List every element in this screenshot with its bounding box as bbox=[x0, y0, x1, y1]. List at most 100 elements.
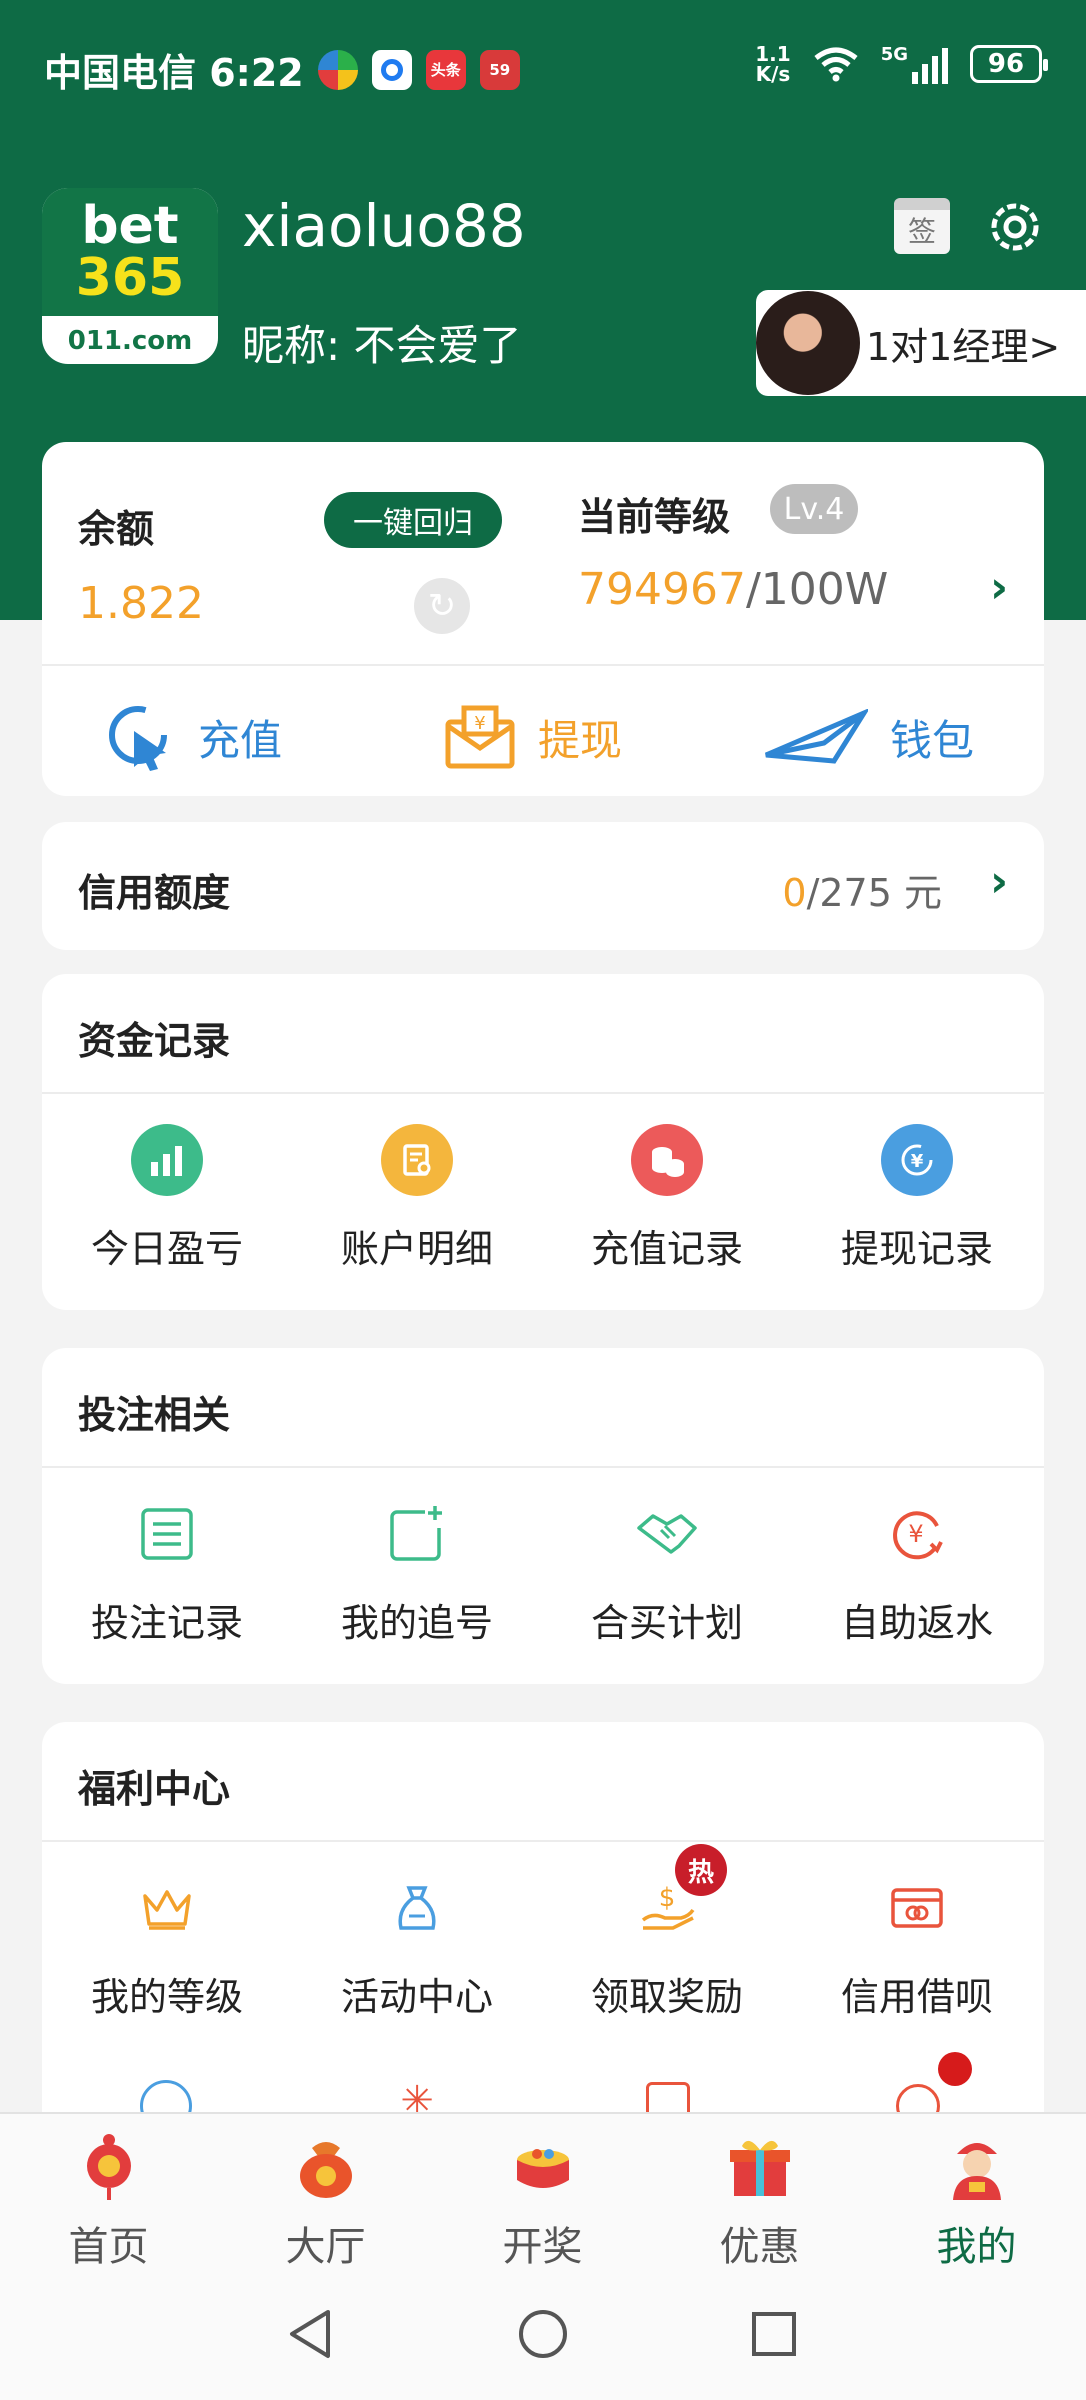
battery-level: 96 bbox=[987, 49, 1025, 79]
divider bbox=[42, 1466, 1044, 1468]
lottery-drum-icon bbox=[507, 2130, 579, 2202]
wallet-label: 钱包 bbox=[890, 715, 975, 765]
grid-label: 投注记录 bbox=[90, 1601, 243, 1645]
gift-box-icon bbox=[724, 2130, 796, 2202]
self-rebate-item[interactable]: ¥ 自助返水 bbox=[792, 1498, 1042, 1647]
manager-button[interactable]: 1对1经理> bbox=[756, 290, 1086, 396]
divider bbox=[42, 664, 1044, 666]
back-icon[interactable] bbox=[282, 2304, 342, 2364]
level-progress[interactable]: 794967/100W bbox=[578, 564, 888, 615]
username: xiaoluo88 bbox=[242, 192, 526, 260]
level-label: 当前等级 bbox=[578, 495, 731, 539]
bet-record-item[interactable]: 投注记录 bbox=[42, 1498, 292, 1647]
chase-number-item[interactable]: 我的追号 bbox=[292, 1498, 542, 1647]
divider bbox=[42, 1840, 1044, 1842]
recents-icon[interactable] bbox=[744, 2304, 804, 2364]
mine-icon bbox=[941, 2130, 1013, 2202]
battery-indicator: 96 bbox=[970, 45, 1048, 83]
fund-records-section: 资金记录 今日盈亏 账户明细 充值记录 ¥ 提现记录 bbox=[42, 974, 1044, 1310]
gift-bag-icon bbox=[381, 1872, 453, 1944]
withdraw-label: 提现 bbox=[538, 715, 623, 765]
wallet-icon bbox=[765, 709, 868, 764]
activity-center-item[interactable]: 活动中心 bbox=[292, 1872, 542, 2021]
recall-all-button[interactable]: 一键回归 bbox=[324, 492, 502, 548]
logo-domain: 011.com bbox=[67, 326, 193, 356]
section-title: 投注相关 bbox=[78, 1393, 231, 1437]
account-detail-item[interactable]: 账户明细 bbox=[292, 1124, 542, 1273]
grid-label: 信用借呗 bbox=[840, 1975, 993, 2019]
app-logo: bet 365 011.com bbox=[42, 188, 218, 364]
list-icon bbox=[131, 1498, 203, 1570]
divider bbox=[42, 1092, 1044, 1094]
recharge-label: 充值 bbox=[198, 715, 283, 765]
bar-chart-icon bbox=[131, 1124, 203, 1196]
credit-limit-row[interactable]: 信用额度 0/275 元 › bbox=[42, 822, 1044, 950]
level-badge: Lv.4 bbox=[770, 484, 858, 534]
sign-in-icon[interactable]: 签 bbox=[894, 198, 950, 254]
nav-promo[interactable]: 优惠 bbox=[651, 2130, 868, 2272]
nav-hall[interactable]: 大厅 bbox=[217, 2130, 434, 2272]
nav-lottery[interactable]: 开奖 bbox=[434, 2130, 651, 2272]
home-icon bbox=[73, 2130, 145, 2202]
logo-text-bet: bet bbox=[81, 196, 179, 256]
status-bar: 中国电信 6:22 头条 59 1.1 K/s 5G 96 bbox=[0, 0, 1086, 140]
grid-label: 我的等级 bbox=[90, 1975, 243, 2019]
refresh-icon[interactable]: ↻ bbox=[414, 578, 470, 634]
wifi-icon bbox=[814, 47, 858, 82]
toutiao-app-icon: 头条 bbox=[425, 49, 466, 90]
nickname[interactable]: 昵称: 不会爱了 bbox=[242, 312, 522, 373]
withdraw-button[interactable]: ¥ 提现 bbox=[444, 692, 622, 782]
toutiao-label: 头条 bbox=[430, 61, 461, 79]
grid-label: 我的追号 bbox=[340, 1601, 493, 1645]
signal-icon: 5G bbox=[881, 44, 948, 84]
svg-text:¥: ¥ bbox=[908, 1520, 923, 1548]
bet-related-section: 投注相关 投注记录 我的追号 合买计划 ¥ 自助返水 bbox=[42, 1348, 1044, 1684]
speed-unit: K/s bbox=[755, 62, 791, 86]
manager-avatar bbox=[756, 291, 860, 395]
my-level-item[interactable]: 我的等级 bbox=[42, 1872, 292, 2021]
claim-reward-item[interactable]: $ 热 领取奖励 bbox=[542, 1844, 792, 2021]
section-title: 资金记录 bbox=[78, 1019, 231, 1063]
add-square-icon bbox=[381, 1498, 453, 1570]
blue-app-icon bbox=[371, 49, 412, 90]
nav-label: 优惠 bbox=[719, 2224, 800, 2270]
recharge-button[interactable]: 充值 bbox=[104, 692, 282, 782]
dollar-hand-icon: $ 热 bbox=[631, 1844, 727, 1944]
credit-used: 0 bbox=[782, 871, 807, 915]
carrier-time: 中国电信 6:22 bbox=[44, 51, 304, 95]
grid-label: 活动中心 bbox=[340, 1975, 493, 2019]
level-target: /100W bbox=[745, 564, 889, 615]
nav-label: 首页 bbox=[68, 2224, 149, 2270]
group-buy-item[interactable]: 合买计划 bbox=[542, 1498, 792, 1647]
credit-loan-item[interactable]: 信用借呗 bbox=[792, 1872, 1042, 2021]
credit-total: /275 元 bbox=[806, 871, 942, 915]
status-right: 1.1 K/s 5G 96 bbox=[755, 44, 1048, 86]
credit-card-icon bbox=[881, 1872, 953, 1944]
wallet-button[interactable]: 钱包 bbox=[764, 692, 974, 782]
colorful-app-icon bbox=[317, 49, 358, 90]
credit-chevron-right-icon[interactable]: › bbox=[990, 856, 1008, 907]
credit-label: 信用额度 bbox=[78, 871, 231, 915]
handshake-icon bbox=[631, 1498, 703, 1570]
yen-exchange-icon: ¥ bbox=[881, 1124, 953, 1196]
system-nav-bar bbox=[0, 2272, 1086, 2400]
nav-home[interactable]: 首页 bbox=[0, 2130, 217, 2272]
withdraw-record-item[interactable]: ¥ 提现记录 bbox=[792, 1124, 1042, 1273]
gear-icon[interactable] bbox=[982, 194, 1048, 260]
recharge-record-item[interactable]: 充值记录 bbox=[542, 1124, 792, 1273]
red-app-label: 59 bbox=[489, 60, 511, 79]
grid-label: 提现记录 bbox=[840, 1227, 993, 1271]
status-left: 中国电信 6:22 头条 59 bbox=[44, 42, 520, 97]
home-circle-icon[interactable] bbox=[513, 2304, 573, 2364]
nav-mine[interactable]: 我的 bbox=[868, 2130, 1085, 2272]
grid-label: 今日盈亏 bbox=[90, 1227, 243, 1271]
nav-label: 大厅 bbox=[285, 2224, 366, 2270]
balance-label: 余额 bbox=[78, 507, 155, 551]
withdraw-icon: ¥ bbox=[445, 705, 515, 769]
recharge-icon bbox=[109, 706, 167, 771]
grid-label: 账户明细 bbox=[340, 1227, 493, 1271]
level-chevron-right-icon[interactable]: › bbox=[990, 562, 1008, 613]
today-profit-item[interactable]: 今日盈亏 bbox=[42, 1124, 292, 1273]
grid-label: 充值记录 bbox=[590, 1227, 743, 1271]
crown-icon bbox=[131, 1872, 203, 1944]
